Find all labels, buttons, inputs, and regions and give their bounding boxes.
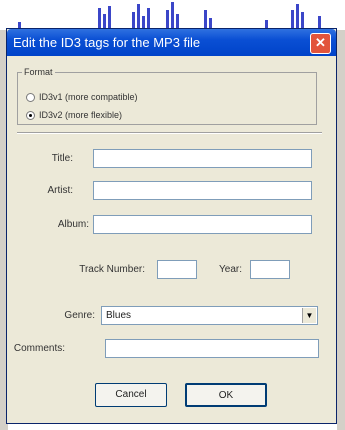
artist-label: Artist: (47, 185, 73, 196)
comments-field[interactable] (105, 339, 319, 358)
radio-id3v1[interactable]: ID3v1 (more compatible) (26, 92, 138, 102)
radio-id3v2[interactable]: ID3v2 (more flexible) (26, 110, 122, 120)
close-button[interactable]: ✕ (310, 33, 331, 54)
radio-id3v2-indicator[interactable] (26, 110, 35, 120)
track-number-field[interactable] (157, 260, 197, 279)
radio-id3v1-label: ID3v1 (more compatible) (39, 92, 138, 102)
comments-label: Comments: (13, 343, 65, 354)
radio-id3v1-indicator[interactable] (26, 92, 35, 102)
genre-label: Genre: (64, 310, 95, 321)
year-field[interactable] (250, 260, 290, 279)
radio-id3v2-label: ID3v2 (more flexible) (39, 110, 123, 120)
close-icon: ✕ (315, 35, 326, 50)
album-label: Album: (57, 219, 89, 230)
cancel-button[interactable]: Cancel (95, 383, 167, 407)
title-label: Title: (51, 153, 73, 164)
genre-value: Blues (106, 310, 132, 321)
genre-select[interactable]: Blues ▼ (101, 306, 318, 325)
ok-button[interactable]: OK (185, 383, 267, 407)
chevron-down-icon[interactable]: ▼ (302, 308, 316, 323)
dialog-title: Edit the ID3 tags for the MP3 file (13, 35, 201, 50)
background-strip-right (337, 30, 345, 430)
album-field[interactable] (93, 215, 312, 234)
dialog-titlebar[interactable]: Edit the ID3 tags for the MP3 file ✕ (7, 29, 336, 56)
year-label: Year: (219, 264, 242, 275)
waveform-background (0, 0, 345, 30)
format-legend: Format (24, 67, 53, 77)
id3-tags-dialog: Edit the ID3 tags for the MP3 file ✕ For… (6, 28, 337, 424)
separator (17, 132, 322, 134)
track-number-label: Track Number: (79, 264, 145, 275)
title-field[interactable] (93, 149, 312, 168)
format-group: Format ID3v1 (more compatible) ID3v2 (mo… (17, 67, 317, 125)
artist-field[interactable] (93, 181, 312, 200)
